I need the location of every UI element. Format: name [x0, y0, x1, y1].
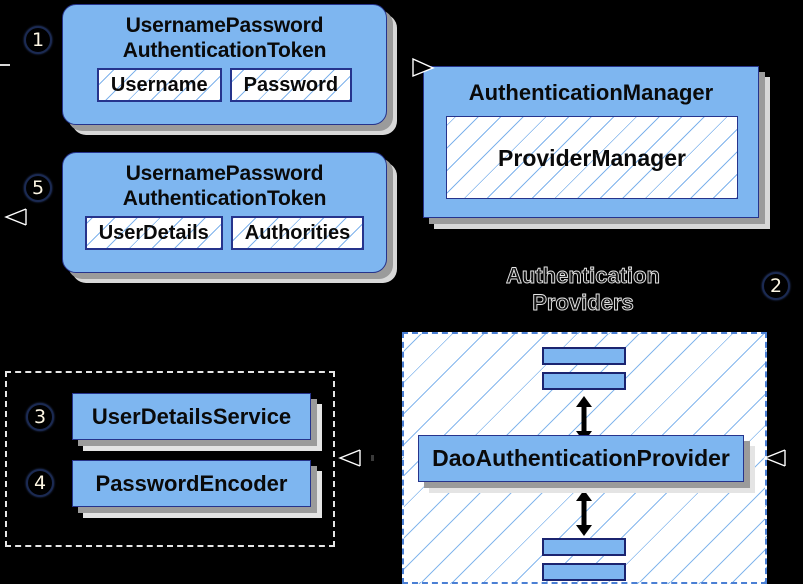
card-username-password-authentication-token-result[interactable]: UsernamePassword AuthenticationToken Use…	[62, 152, 387, 273]
group-caption-line-1: Authentication	[506, 263, 661, 289]
mini-bar-provider-bottom-2	[542, 563, 626, 581]
card-fields: Username Password	[63, 63, 386, 111]
card-title-line-1: UsernamePassword	[125, 14, 324, 37]
hollow-left-arrowhead-icon-collaborators	[338, 447, 362, 469]
double-vertical-arrow-icon-bottom	[571, 490, 597, 536]
card-title: AuthenticationManager	[468, 80, 714, 105]
group-caption-line-2: Providers	[532, 290, 634, 316]
step-number-5: 5	[24, 174, 52, 202]
card-title: UsernamePassword AuthenticationToken	[63, 5, 386, 63]
hollow-left-arrowhead-icon-provider	[763, 447, 787, 469]
card-title-line-1: UsernamePassword	[125, 162, 324, 185]
diagram-canvas: 1 UsernamePassword AuthenticationToken U…	[0, 0, 803, 584]
hollow-left-arrowhead-icon-result	[4, 206, 28, 228]
field-user-details: UserDetails	[84, 216, 223, 250]
mini-bar-provider-top-1	[542, 347, 626, 365]
field-username: Username	[96, 68, 222, 102]
card-title-line-2: AuthenticationToken	[122, 187, 327, 210]
connector-dot-middle	[371, 455, 374, 461]
card-dao-authentication-provider[interactable]: DaoAuthenticationProvider	[418, 435, 744, 482]
step-number-4: 4	[26, 469, 54, 497]
connector-stub-top-left	[0, 64, 10, 66]
mini-bar-provider-bottom-1	[542, 538, 626, 556]
step-number-3: 3	[26, 403, 54, 431]
field-password: Password	[229, 68, 353, 102]
card-authentication-manager[interactable]: AuthenticationManager ProviderManager	[423, 66, 759, 218]
card-title: UsernamePassword AuthenticationToken	[63, 153, 386, 211]
card-username-password-authentication-token-request[interactable]: UsernamePassword AuthenticationToken Use…	[62, 4, 387, 125]
card-password-encoder[interactable]: PasswordEncoder	[72, 460, 311, 507]
card-fields: UserDetails Authorities	[63, 211, 386, 259]
mini-bar-provider-top-2	[542, 372, 626, 390]
inner-provider-manager: ProviderManager	[446, 116, 738, 199]
field-authorities: Authorities	[230, 216, 365, 250]
card-title-line-2: AuthenticationToken	[122, 39, 327, 62]
step-number-2: 2	[762, 272, 790, 300]
step-number-1: 1	[24, 26, 52, 54]
card-user-details-service[interactable]: UserDetailsService	[72, 393, 311, 440]
solid-right-arrowhead-icon-manager	[410, 57, 436, 78]
group-caption-authentication-providers: Authentication Providers	[463, 262, 703, 316]
